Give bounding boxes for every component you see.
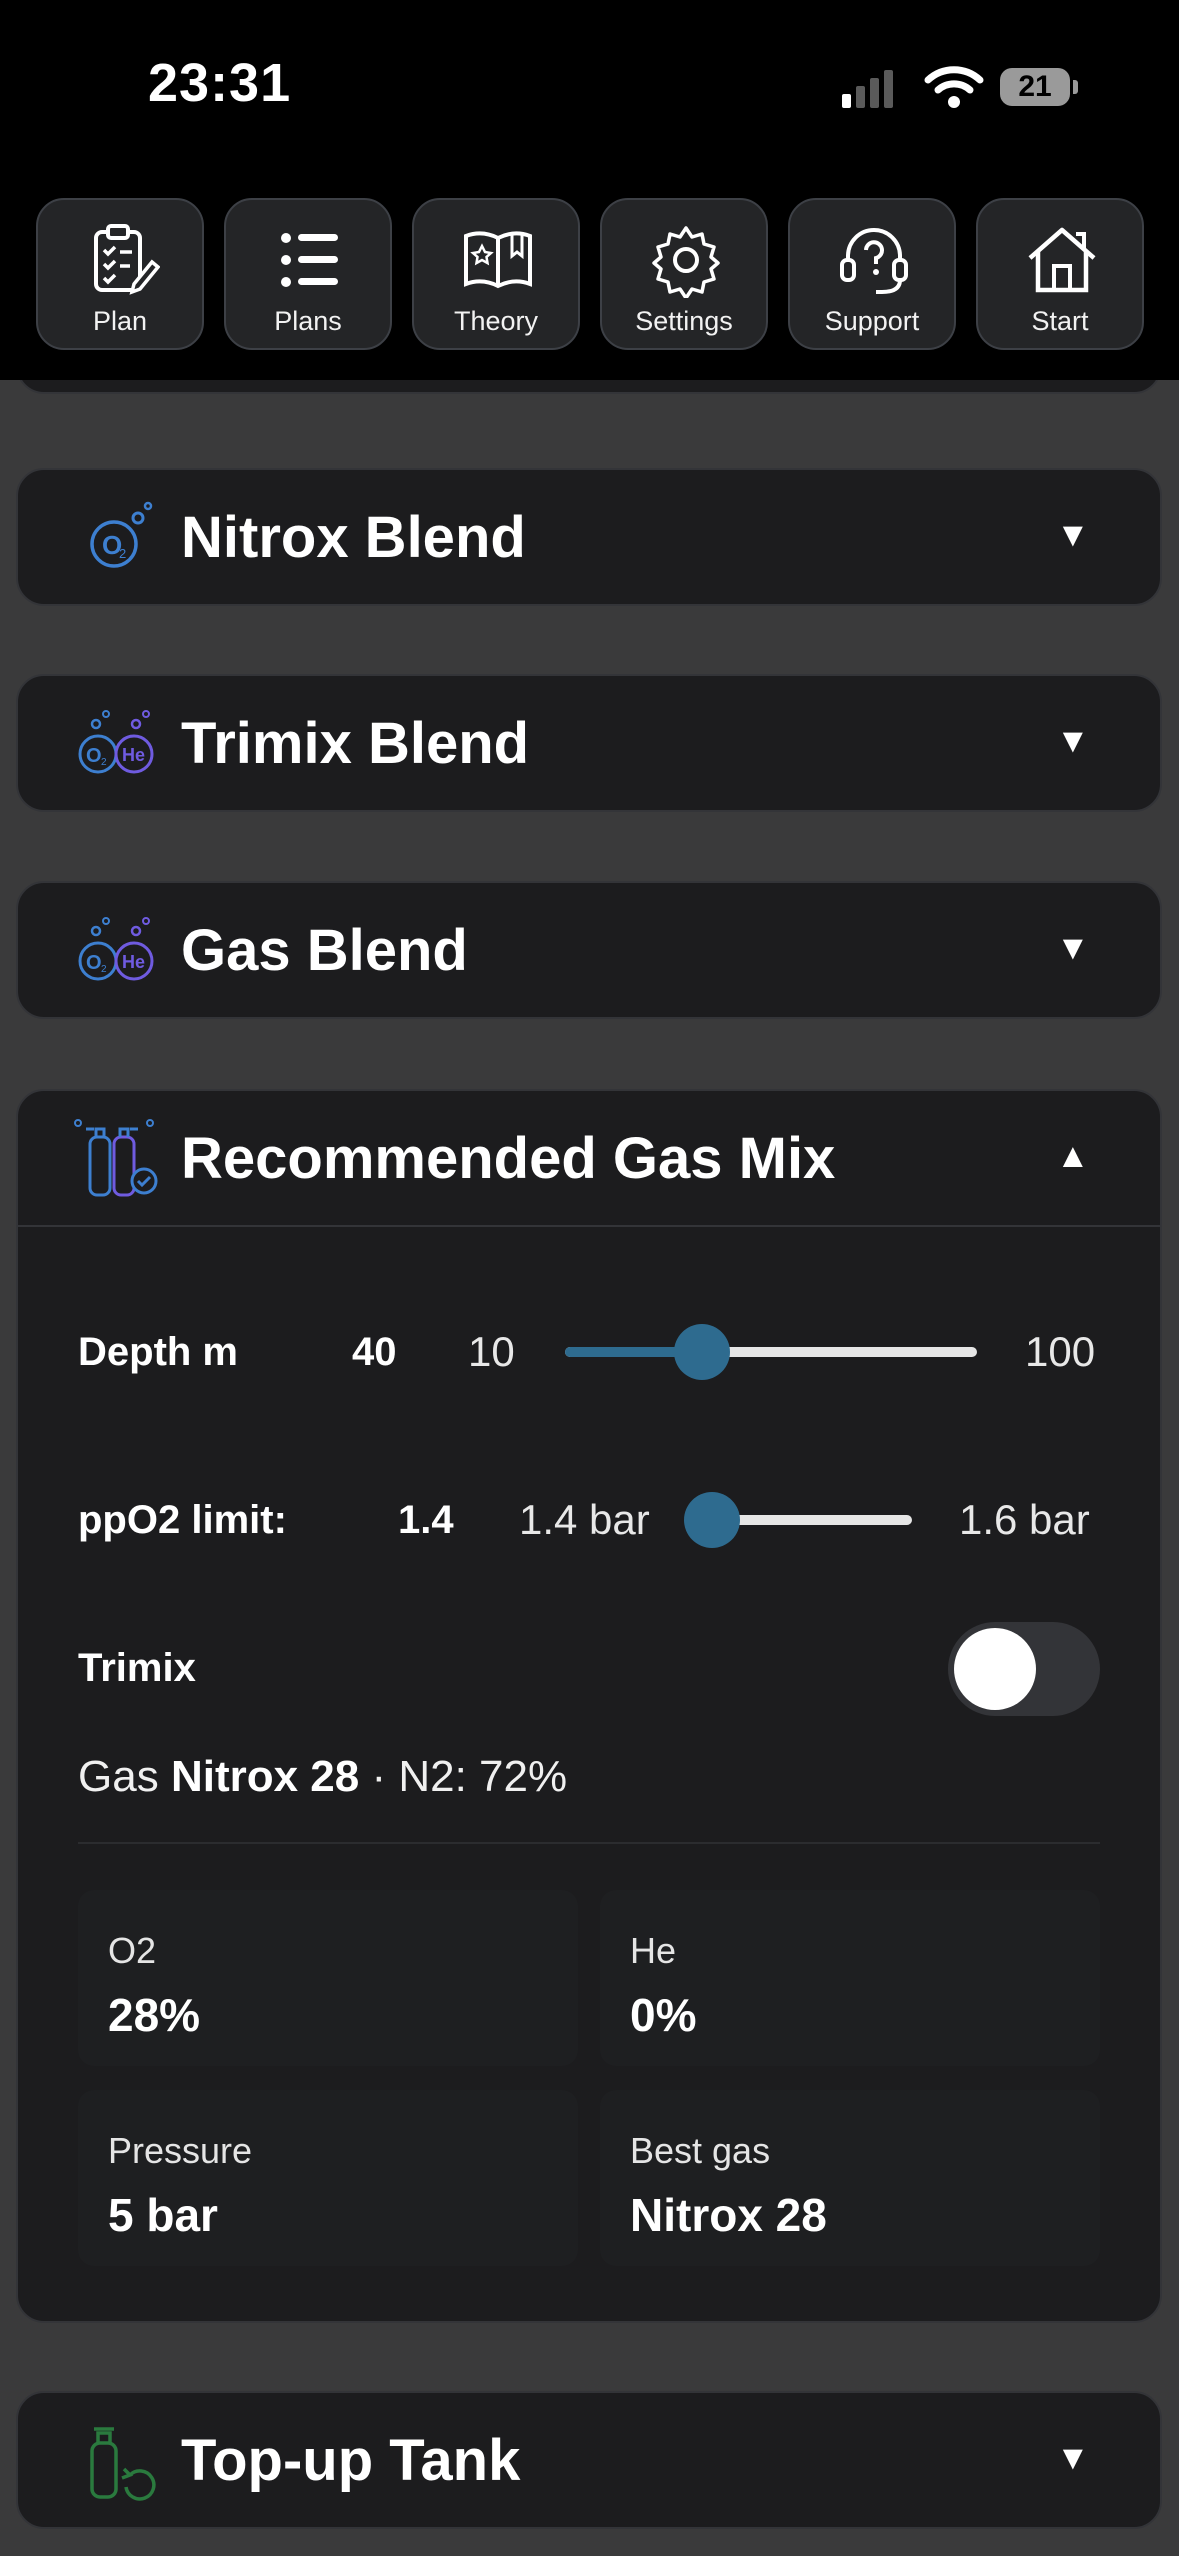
o2-bubble-icon: O 2 (90, 501, 153, 568)
section-top-up-tank[interactable]: Top-up Tank ▼ (16, 2391, 1162, 2529)
headset-question-icon (840, 228, 908, 294)
toolbar-plan-label: Plan (92, 306, 148, 336)
ppo2-min: 1.4 bar (519, 1496, 650, 1543)
chevron-down-icon[interactable]: ▼ (1056, 929, 1090, 968)
toolbar-start-button[interactable]: Start (976, 198, 1144, 350)
toolbar-settings-button[interactable]: Settings (600, 198, 768, 350)
stat-label: Best gas (630, 2130, 771, 2171)
toolbar-settings-label: Settings (635, 306, 733, 336)
gas-summary: Gas Nitrox 28 · N2: 72% (78, 1752, 567, 1802)
gear-icon (652, 226, 720, 298)
toolbar-support-button[interactable]: Support (788, 198, 956, 350)
depth-value: 40 (352, 1330, 397, 1374)
section-title: Recommended Gas Mix (181, 1126, 836, 1191)
toolbar-support-label: Support (824, 306, 920, 336)
wifi-icon (924, 66, 984, 108)
svg-text:2: 2 (101, 964, 107, 975)
stat-value: 0% (630, 1989, 697, 2041)
battery-nub (1073, 80, 1078, 94)
stat-value: 28% (108, 1989, 201, 2041)
depth-slider[interactable] (565, 1324, 977, 1380)
svg-text:He: He (122, 745, 145, 765)
section-nitrox-blend[interactable]: O 2 Nitrox Blend ▼ (16, 468, 1162, 606)
svg-text:2: 2 (119, 546, 126, 561)
section-gas-blend[interactable]: O 2 He Gas Blend ▼ (16, 881, 1162, 1019)
svg-text:2: 2 (101, 757, 107, 768)
toolbar-plans-button[interactable]: Plans (224, 198, 392, 350)
stat-label: Pressure (108, 2130, 253, 2171)
stat-value: 5 bar (108, 2189, 218, 2241)
stat-o2: O2 28% (78, 1890, 578, 2066)
battery-indicator: 21 (1000, 68, 1070, 106)
svg-text:He: He (122, 952, 145, 972)
cellular-signal-icon (842, 70, 893, 108)
depth-max: 100 (1025, 1328, 1096, 1375)
depth-label: Depth m (78, 1330, 238, 1374)
trimix-toggle-knob (954, 1628, 1036, 1710)
ppo2-slider[interactable] (684, 1492, 912, 1548)
chevron-down-icon[interactable]: ▼ (1056, 2439, 1090, 2478)
toolbar-plan-button[interactable]: Plan (36, 198, 204, 350)
chevron-down-icon[interactable]: ▼ (1056, 722, 1090, 761)
tank-refill-icon (90, 2427, 156, 2501)
top-header: 23:31 21 Plan Plans Theory Settings Supp… (0, 0, 1179, 380)
depth-slider-thumb[interactable] (674, 1324, 731, 1380)
section-title: Trimix Blend (181, 711, 530, 776)
status-icons: 21 (840, 60, 1080, 114)
divider (78, 1842, 1100, 1844)
ppo2-value: 1.4 (398, 1498, 454, 1542)
o2-he-bubbles-icon: O 2 He (78, 710, 154, 774)
o2-he-bubbles-icon: O 2 He (78, 917, 154, 981)
book-icon (464, 231, 532, 289)
stat-value: Nitrox 28 (630, 2189, 827, 2241)
home-icon (1028, 227, 1096, 293)
section-title: Top-up Tank (181, 2428, 521, 2493)
section-title: Gas Blend (181, 918, 468, 983)
stat-he: He 0% (600, 1890, 1100, 2066)
stat-best-gas: Best gas Nitrox 28 (600, 2090, 1100, 2266)
stat-label: O2 (108, 1930, 157, 1971)
toolbar-start-label: Start (1031, 306, 1089, 336)
toolbar-theory-button[interactable]: Theory (412, 198, 580, 350)
gas-summary-suffix: · N2: 72% (371, 1752, 568, 1801)
section-title: Nitrox Blend (181, 505, 526, 570)
chevron-down-icon[interactable]: ▼ (1056, 516, 1090, 555)
svg-text:O: O (86, 745, 102, 767)
toolbar: Plan Plans Theory Settings Support Start (36, 198, 1144, 350)
recommended-header[interactable]: Recommended Gas Mix ▲ (18, 1091, 1160, 1227)
ppo2-label: ppO2 limit: (78, 1498, 287, 1542)
gas-summary-name: Nitrox 28 (170, 1752, 360, 1801)
section-trimix-blend[interactable]: O 2 He Trimix Blend ▼ (16, 674, 1162, 812)
depth-min: 10 (468, 1328, 515, 1375)
trimix-toggle[interactable] (948, 1622, 1100, 1716)
ppo2-slider-thumb[interactable] (684, 1492, 740, 1548)
list-icon (281, 233, 338, 287)
toolbar-plans-label: Plans (274, 306, 342, 336)
status-time: 23:31 (148, 53, 292, 113)
toolbar-theory-label: Theory (453, 306, 539, 336)
chevron-up-icon[interactable]: ▲ (1056, 1137, 1090, 1176)
gas-cylinders-check-icon (74, 1119, 158, 1197)
trimix-label: Trimix (78, 1646, 196, 1690)
svg-text:O: O (86, 952, 102, 974)
ppo2-max: 1.6 bar (959, 1496, 1090, 1543)
stat-label: He (630, 1930, 677, 1971)
stat-pressure: Pressure 5 bar (78, 2090, 578, 2266)
clipboard-checklist-icon (94, 224, 160, 295)
gas-summary-prefix: Gas (78, 1752, 159, 1801)
